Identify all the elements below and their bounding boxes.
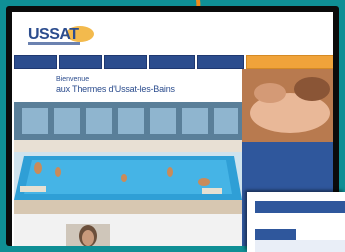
nav-item-1[interactable] [14,55,57,69]
nav-item-2[interactable] [59,55,102,69]
welcome-block: Bienvenue aux Thermes d'Ussat-les-Bains [56,76,226,95]
content-footer-strip [14,214,242,246]
logo-text: USSAT [28,26,79,43]
welcome-title: Bienvenue [56,76,90,83]
nav-item-4[interactable] [149,55,195,69]
nav-item-3[interactable] [104,55,147,69]
pool-photo [14,102,242,214]
nav-item-highlight[interactable] [246,55,333,69]
main-nav [14,55,333,69]
overlay-window-tab[interactable] [255,229,296,240]
portrait-photo [66,224,110,246]
overlay-window-body [255,240,345,252]
site-logo[interactable]: USSAT [26,20,98,50]
massage-photo [242,69,333,142]
nav-item-5[interactable] [197,55,244,69]
overlay-window [247,192,345,252]
welcome-subtitle: aux Thermes d'Ussat-les-Bains [56,84,175,94]
overlay-window-title [255,201,345,213]
logo-graphic: USSAT [28,26,94,45]
